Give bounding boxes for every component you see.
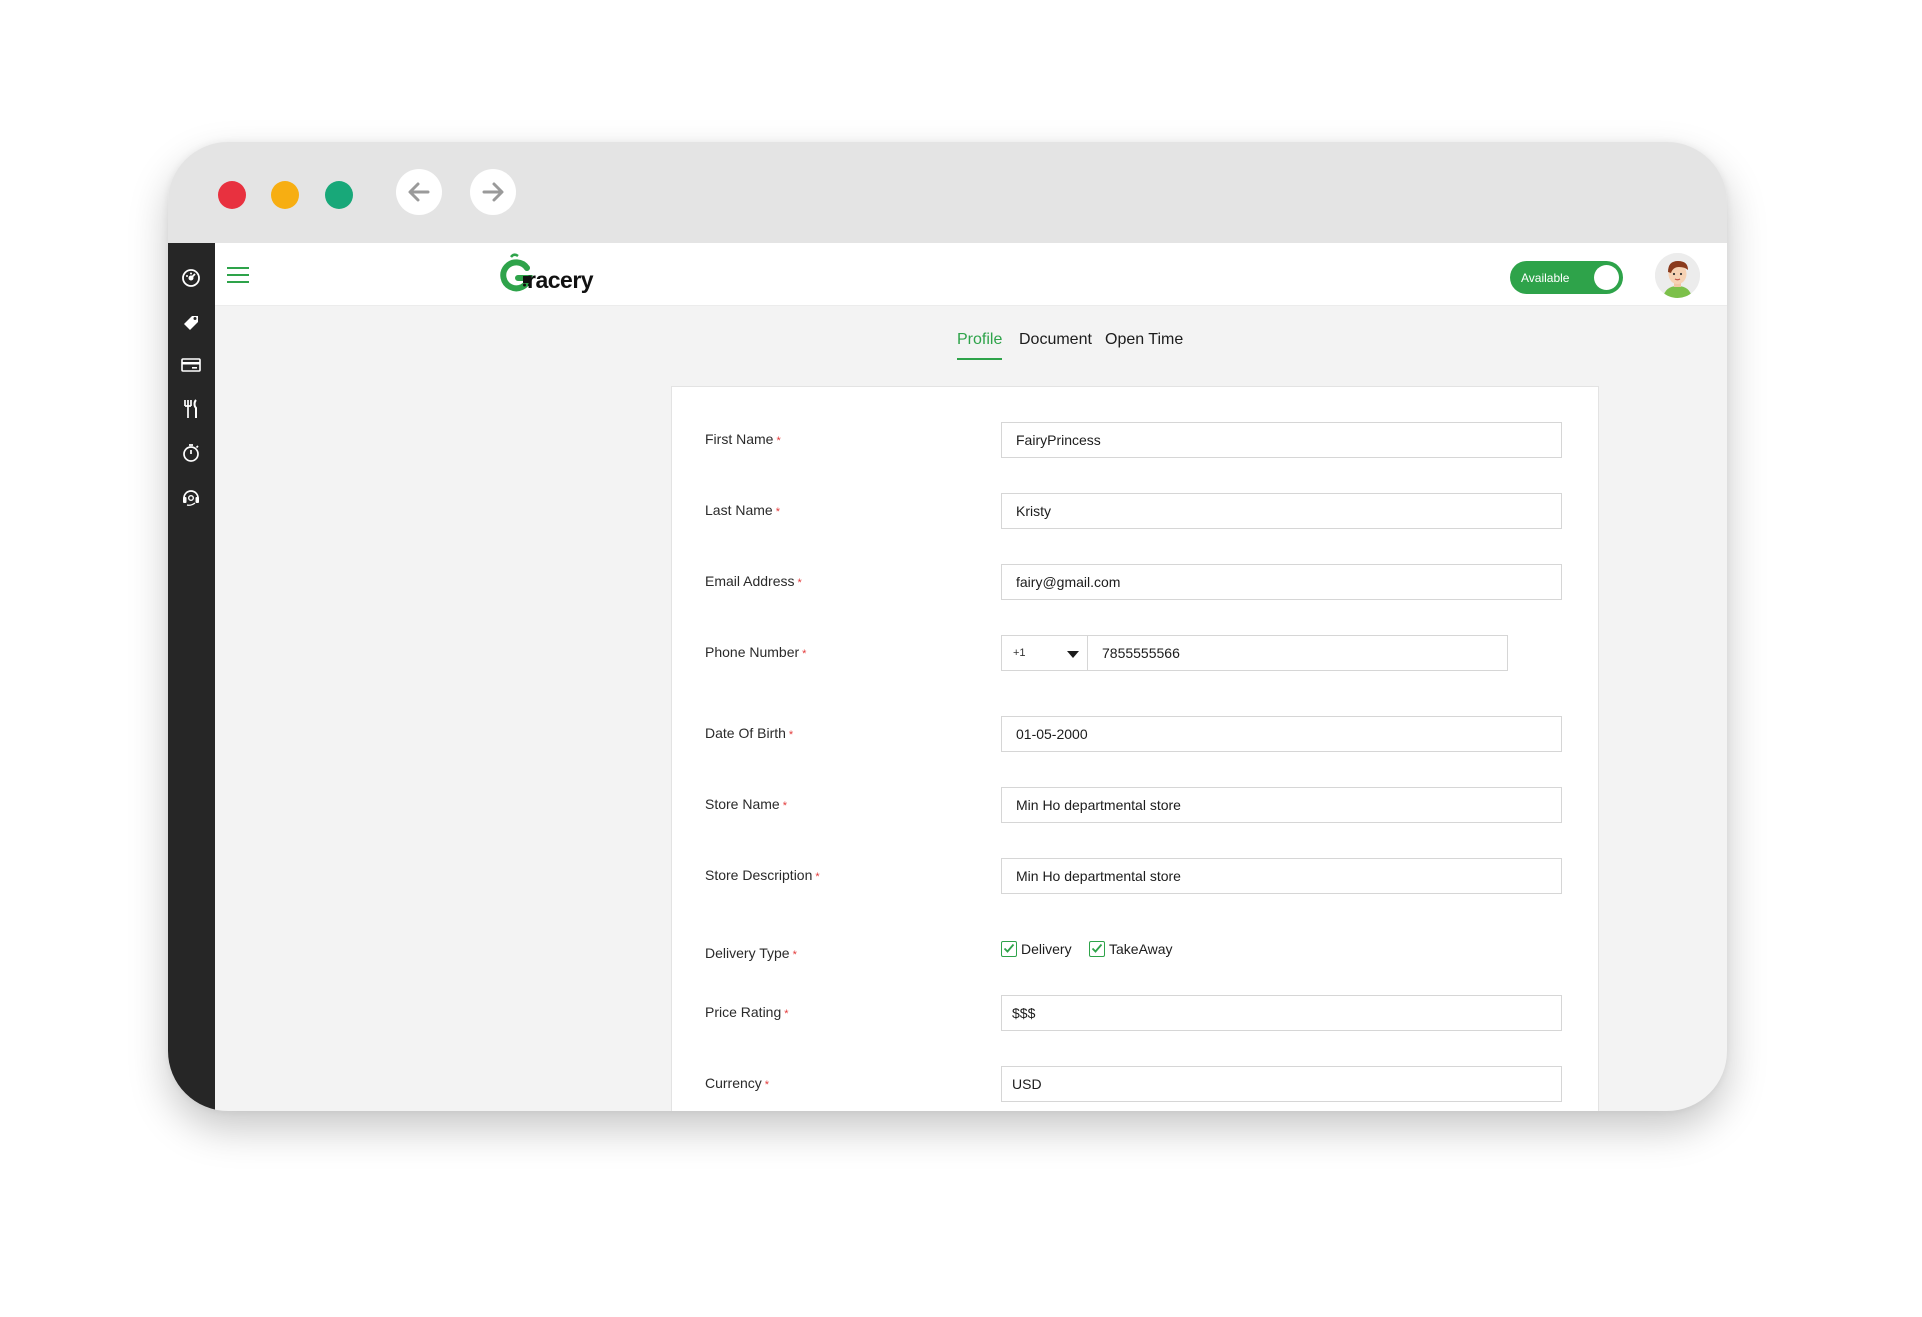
sidebar — [168, 243, 215, 1111]
back-button[interactable] — [396, 169, 442, 215]
minimize-window-button[interactable] — [271, 181, 299, 209]
browser-chrome — [168, 142, 1727, 243]
browser-window: racery Available Profile Document Open T… — [168, 142, 1727, 1111]
checkbox-checked-icon — [1089, 941, 1105, 957]
currency-label: Currency * — [705, 1075, 770, 1091]
arrow-left-icon — [408, 182, 430, 202]
menu-toggle-button[interactable] — [227, 266, 249, 284]
toggle-knob — [1594, 265, 1619, 290]
brand-logo[interactable]: racery — [497, 252, 597, 296]
last-name-label: Last Name * — [705, 502, 780, 518]
tab-profile[interactable]: Profile — [957, 331, 1003, 360]
price-rating-label: Price Rating * — [705, 1004, 789, 1020]
delivery-checkbox-label: Delivery — [1021, 941, 1072, 957]
maximize-window-button[interactable] — [325, 181, 353, 209]
currency-field[interactable]: USD — [1001, 1066, 1562, 1102]
tab-profile-label: Profile — [957, 331, 1003, 348]
delivery-checkbox[interactable]: Delivery — [1001, 941, 1072, 957]
tag-icon[interactable] — [180, 311, 202, 333]
store-description-label: Store Description * — [705, 867, 820, 883]
fork-knife-icon[interactable] — [180, 398, 202, 420]
tab-open-time[interactable]: Open Time — [1105, 331, 1183, 349]
dob-label: Date Of Birth * — [705, 725, 794, 741]
support-icon[interactable] — [180, 486, 202, 508]
tab-document[interactable]: Document — [1019, 331, 1092, 349]
avatar[interactable] — [1655, 253, 1700, 298]
takeaway-checkbox[interactable]: TakeAway — [1089, 941, 1173, 957]
store-description-field[interactable]: Min Ho departmental store — [1001, 858, 1562, 894]
forward-button[interactable] — [470, 169, 516, 215]
close-window-button[interactable] — [218, 181, 246, 209]
store-name-field[interactable]: Min Ho departmental store — [1001, 787, 1562, 823]
email-field[interactable]: fairy@gmail.com — [1001, 564, 1562, 600]
price-rating-field[interactable]: $$$ — [1001, 995, 1562, 1031]
phone-label: Phone Number * — [705, 644, 807, 660]
checkbox-checked-icon — [1001, 941, 1017, 957]
arrow-right-icon — [482, 182, 504, 202]
top-bar: racery Available — [215, 243, 1727, 306]
country-code-value: +1 — [1013, 647, 1026, 659]
dashboard-icon[interactable] — [180, 267, 202, 289]
store-name-label: Store Name * — [705, 796, 787, 812]
phone-number-field[interactable]: 7855555566 — [1088, 635, 1508, 671]
first-name-label: First Name * — [705, 431, 781, 447]
delivery-type-label: Delivery Type * — [705, 945, 797, 961]
country-code-select[interactable]: +1 — [1001, 635, 1088, 671]
chevron-down-icon — [1067, 651, 1079, 658]
tab-open-time-label: Open Time — [1105, 331, 1184, 348]
profile-form-card: First Name * FairyPrincess Last Name * Kri… — [671, 386, 1599, 1111]
tab-document-label: Document — [1019, 331, 1092, 348]
takeaway-checkbox-label: TakeAway — [1109, 941, 1173, 957]
last-name-field[interactable]: Kristy — [1001, 493, 1562, 529]
tab-bar: Profile Document Open Time — [168, 331, 1727, 361]
availability-toggle[interactable]: Available — [1510, 261, 1623, 294]
brand-logo-text: racery — [527, 267, 594, 293]
first-name-field[interactable]: FairyPrincess — [1001, 422, 1562, 458]
availability-label: Available — [1521, 271, 1570, 285]
dob-field[interactable]: 01-05-2000 — [1001, 716, 1562, 752]
email-label: Email Address * — [705, 573, 802, 589]
active-tab-indicator — [957, 358, 1003, 360]
timer-icon[interactable] — [180, 442, 202, 464]
